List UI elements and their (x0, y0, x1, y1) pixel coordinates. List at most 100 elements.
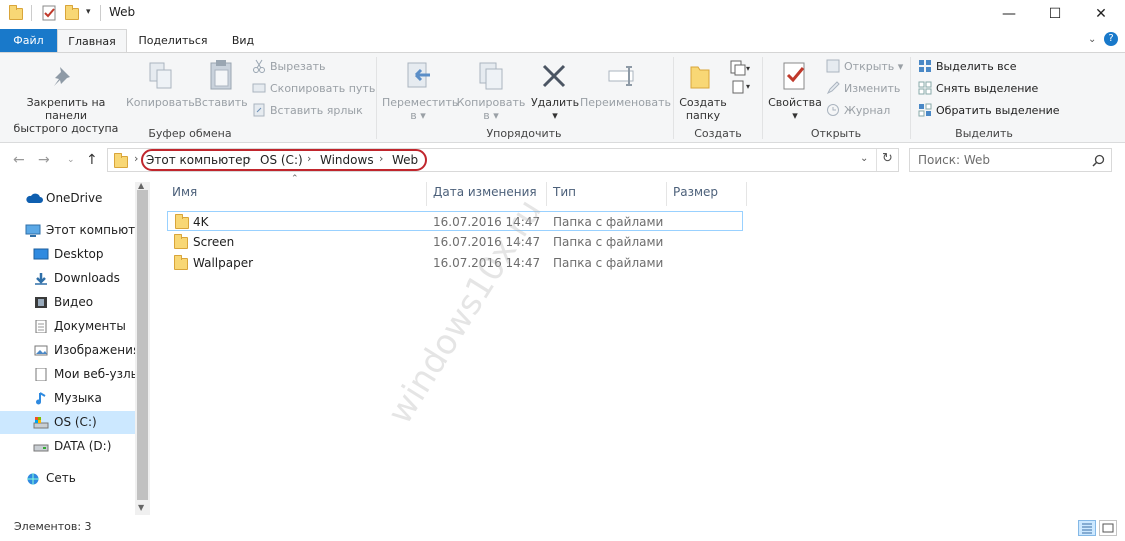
scroll-down-icon[interactable]: ▼ (138, 503, 144, 512)
divider (100, 5, 101, 21)
scroll-thumb[interactable] (137, 190, 148, 500)
nav-item-web-sites[interactable]: Мои веб-узлы (0, 363, 140, 386)
large-icons-view-button[interactable] (1099, 520, 1117, 536)
nav-item-network[interactable]: Сеть (0, 467, 135, 490)
cloud-icon (26, 193, 43, 203)
file-row[interactable]: 4K 16.07.2016 14:47 Папка с файлами (167, 211, 743, 231)
file-name: Screen (193, 235, 235, 249)
invert-selection-label: Обратить выделение (936, 104, 1060, 117)
folder-icon (174, 234, 188, 249)
pin-icon (54, 67, 70, 86)
cut-button[interactable]: Вырезать (252, 58, 325, 76)
search-input[interactable]: Поиск: Web (909, 148, 1112, 172)
paste-shortcut-button[interactable]: Вставить ярлык (252, 102, 363, 120)
new-folder-quick-icon[interactable] (65, 5, 79, 20)
up-arrow-icon[interactable]: ↑ (86, 152, 98, 168)
history-button[interactable]: Журнал (826, 102, 890, 120)
document-icon (35, 320, 47, 333)
select-all-label: Выделить все (936, 60, 1017, 73)
nav-item-music[interactable]: Музыка (0, 387, 135, 410)
nav-label: OneDrive (46, 191, 103, 205)
ribbon-tabs: Файл Главная Поделиться Вид ⌄ ? (0, 29, 1125, 53)
nav-item-documents[interactable]: Документы (0, 315, 135, 338)
file-type: Папка с файлами (553, 235, 664, 249)
address-folder-icon (114, 153, 128, 168)
details-view-button[interactable] (1078, 520, 1096, 536)
maximize-button[interactable]: ☐ (1032, 0, 1078, 28)
tab-home[interactable]: Главная (57, 29, 127, 53)
nav-item-pictures[interactable]: Изображения (0, 339, 140, 362)
folder-icon (174, 255, 188, 270)
properties-quick-icon[interactable] (41, 5, 57, 21)
paste-button[interactable]: Вставить (194, 96, 248, 109)
customize-quick-access-icon[interactable]: ▾ (86, 7, 91, 17)
copy-button[interactable]: Копировать (126, 96, 195, 109)
open-label: Открыть (844, 60, 895, 73)
search-icon[interactable] (1092, 154, 1105, 167)
move-to-button[interactable]: Переместить в ▾ (382, 96, 458, 122)
copy-path-label: Скопировать путь (270, 82, 376, 95)
column-header-name[interactable]: Имя (166, 182, 427, 206)
nav-item-this-pc[interactable]: Этот компьютер (0, 219, 135, 242)
properties-button[interactable]: Свойства ▾ (766, 96, 824, 122)
rename-button[interactable]: Переименовать (580, 96, 671, 109)
refresh-icon[interactable]: ↻ (882, 151, 893, 166)
crumb-separator[interactable]: › (134, 152, 138, 165)
select-none-button[interactable]: Снять выделение (918, 80, 1038, 98)
recent-locations-icon[interactable]: ⌄ (67, 155, 75, 165)
delete-button[interactable]: Удалить ▾ (530, 96, 580, 122)
select-all-button[interactable]: Выделить все (918, 58, 1016, 76)
nav-label: Мои веб-узлы (54, 367, 141, 381)
nav-item-downloads[interactable]: Downloads (0, 267, 135, 290)
copy-to-button[interactable]: Копировать в ▾ (455, 96, 527, 122)
properties-icon (783, 62, 805, 90)
new-item-icon[interactable]: ▾ ▾ (729, 59, 751, 95)
help-icon[interactable]: ? (1104, 32, 1118, 46)
open-button[interactable]: Открыть ▾ (826, 58, 903, 76)
scroll-up-icon[interactable]: ▲ (138, 181, 144, 190)
new-folder-button[interactable]: Создать папку (675, 96, 731, 122)
open-group-label: Открыть (810, 127, 862, 140)
column-header-size[interactable]: Размер (667, 182, 747, 206)
nav-item-data-d[interactable]: DATA (D:) (0, 435, 135, 458)
tab-share[interactable]: Поделиться (132, 29, 214, 52)
search-placeholder: Поиск: Web (918, 153, 991, 167)
invert-selection-button[interactable]: Обратить выделение (918, 102, 1060, 120)
move-to-icon (407, 62, 430, 88)
group-separator (762, 57, 763, 139)
address-dropdown-icon[interactable]: ⌄ (860, 153, 868, 164)
navigation-pane: OneDrive Этот компьютер Desktop Download… (0, 182, 150, 515)
music-note-icon (36, 392, 46, 405)
group-separator (376, 57, 377, 139)
column-header-type[interactable]: Тип (547, 182, 667, 206)
network-icon (27, 473, 39, 485)
close-button[interactable]: ✕ (1078, 0, 1124, 28)
divider (31, 5, 32, 21)
history-icon (827, 104, 839, 116)
download-icon (35, 273, 47, 285)
nav-item-onedrive[interactable]: OneDrive (0, 187, 135, 210)
collapse-ribbon-icon[interactable]: ⌄ (1088, 34, 1096, 45)
nav-scrollbar[interactable]: ▲ ▼ (135, 181, 150, 515)
nav-label: Этот компьютер (46, 223, 135, 237)
nav-item-desktop[interactable]: Desktop (0, 243, 135, 266)
edit-button[interactable]: Изменить (826, 80, 900, 98)
file-row[interactable]: Screen 16.07.2016 14:47 Папка с файлами (167, 232, 743, 252)
tab-view[interactable]: Вид (220, 29, 266, 52)
minimize-button[interactable]: — (986, 0, 1032, 28)
back-arrow-icon[interactable]: ← (13, 152, 25, 168)
rename-icon (608, 66, 634, 86)
nav-label: Изображения (54, 343, 141, 357)
file-row[interactable]: Wallpaper 16.07.2016 14:47 Папка с файла… (167, 253, 743, 273)
tab-file[interactable]: Файл (0, 29, 57, 52)
copy-path-button[interactable]: Скопировать путь (252, 80, 375, 98)
nav-item-video[interactable]: Видео (0, 291, 135, 314)
details-view-icon (1082, 523, 1092, 534)
select-none-label: Снять выделение (936, 82, 1039, 95)
ribbon: Закрепить на панели быстрого доступа Коп… (0, 52, 1125, 143)
folder-icon (9, 5, 23, 20)
copy-to-icon (479, 62, 503, 90)
forward-arrow-icon[interactable]: → (38, 152, 50, 168)
nav-item-os-c[interactable]: OS (C:) (0, 411, 135, 434)
pin-to-quick-access-button[interactable]: Закрепить на панели быстрого доступа (6, 96, 126, 135)
